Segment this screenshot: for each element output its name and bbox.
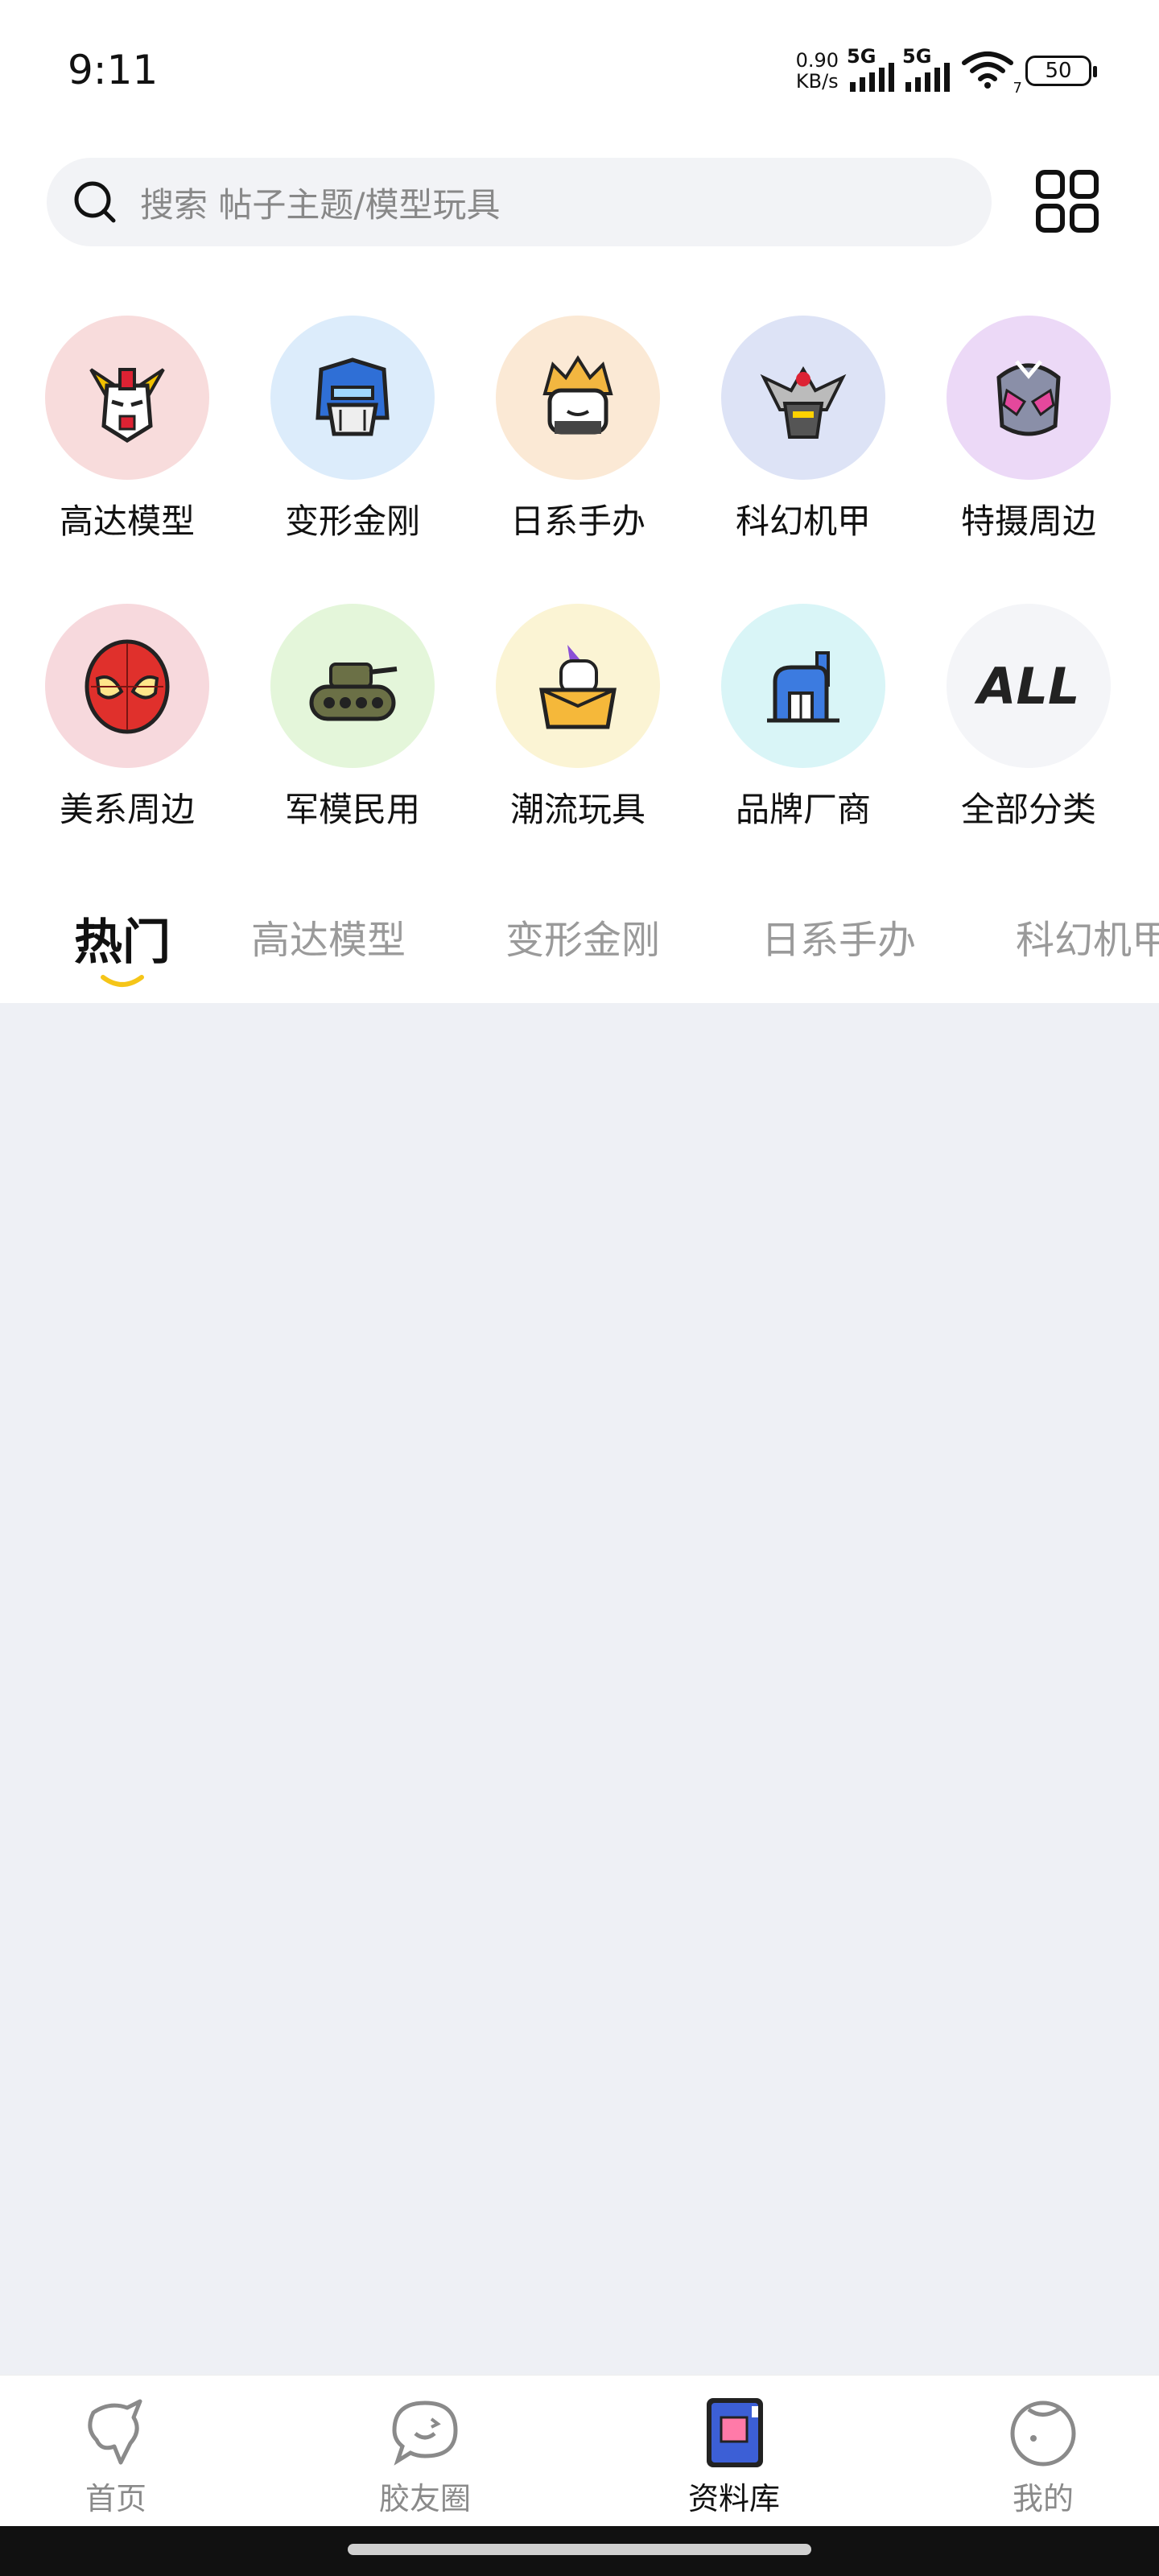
category-american[interactable]: 美系周边: [31, 604, 224, 832]
category-transformers[interactable]: 变形金刚: [256, 316, 449, 543]
status-indicators: 0.90 KB/s 5G 5G 7 50: [795, 45, 1097, 97]
bottom-navigation: 首页 胶友圈 资料库 我的: [0, 2375, 1159, 2527]
nav-profile[interactable]: 我的: [963, 2393, 1124, 2518]
gundam-icon: [45, 316, 209, 480]
tab-gundam[interactable]: 高达模型: [251, 908, 406, 964]
chat-bubble-icon: [392, 2401, 458, 2466]
category-tokusatsu[interactable]: 特摄周边: [932, 316, 1125, 543]
category-anime-figures[interactable]: 日系手办: [481, 316, 674, 543]
tank-icon: [270, 604, 435, 768]
kamen-rider-icon: [947, 316, 1111, 480]
content-area: [0, 1003, 1159, 2375]
active-tab-indicator: [101, 975, 144, 987]
category-gundam[interactable]: 高达模型: [31, 316, 224, 543]
gesture-bar: [0, 2526, 1159, 2576]
signal-icon: 5G: [902, 45, 950, 92]
mecha-icon: [721, 316, 885, 480]
factory-icon: [721, 604, 885, 768]
profile-face-icon: [1010, 2401, 1076, 2467]
grid-menu-icon[interactable]: [1035, 169, 1099, 233]
tab-hot[interactable]: 热门: [74, 903, 171, 973]
tab-scifi-mecha[interactable]: 科幻机甲: [1016, 908, 1159, 964]
search-input[interactable]: 搜索 帖子主题/模型玩具: [47, 158, 992, 246]
search-icon: [74, 181, 116, 223]
search-placeholder: 搜索 帖子主题/模型玩具: [140, 184, 501, 225]
home-indicator[interactable]: [348, 2544, 811, 2555]
nav-home[interactable]: 首页: [35, 2393, 196, 2518]
wifi-icon: 7: [961, 50, 1022, 97]
library-book-icon: [707, 2398, 763, 2467]
nav-community[interactable]: 胶友圈: [344, 2393, 505, 2518]
tab-transformers[interactable]: 变形金刚: [505, 908, 660, 964]
category-brands[interactable]: 品牌厂商: [707, 604, 900, 832]
spiderman-icon: [45, 604, 209, 768]
category-tabs: 热门 高达模型 变形金刚 日系手办 科幻机甲: [0, 886, 1159, 1003]
all-icon: ALL: [947, 604, 1111, 768]
category-military-civil[interactable]: 军模民用: [256, 604, 449, 832]
status-time: 9:11: [68, 47, 159, 93]
category-trendy-toys[interactable]: 潮流玩具: [481, 604, 674, 832]
signal-icon: 5G: [847, 45, 894, 92]
anime-figure-icon: [496, 316, 660, 480]
unicorn-box-icon: [496, 604, 660, 768]
status-bar: 9:11 0.90 KB/s 5G 5G 7 50: [0, 0, 1159, 145]
optimus-icon: [270, 316, 435, 480]
tab-anime-figures[interactable]: 日系手办: [761, 908, 916, 964]
category-all[interactable]: ALL 全部分类: [932, 604, 1125, 832]
nav-library[interactable]: 资料库: [654, 2393, 815, 2518]
category-scifi-mecha[interactable]: 科幻机甲: [707, 316, 900, 543]
network-speed: 0.90 KB/s: [795, 49, 839, 93]
home-unicorn-icon: [88, 2399, 142, 2465]
battery-icon: 50: [1025, 56, 1097, 86]
